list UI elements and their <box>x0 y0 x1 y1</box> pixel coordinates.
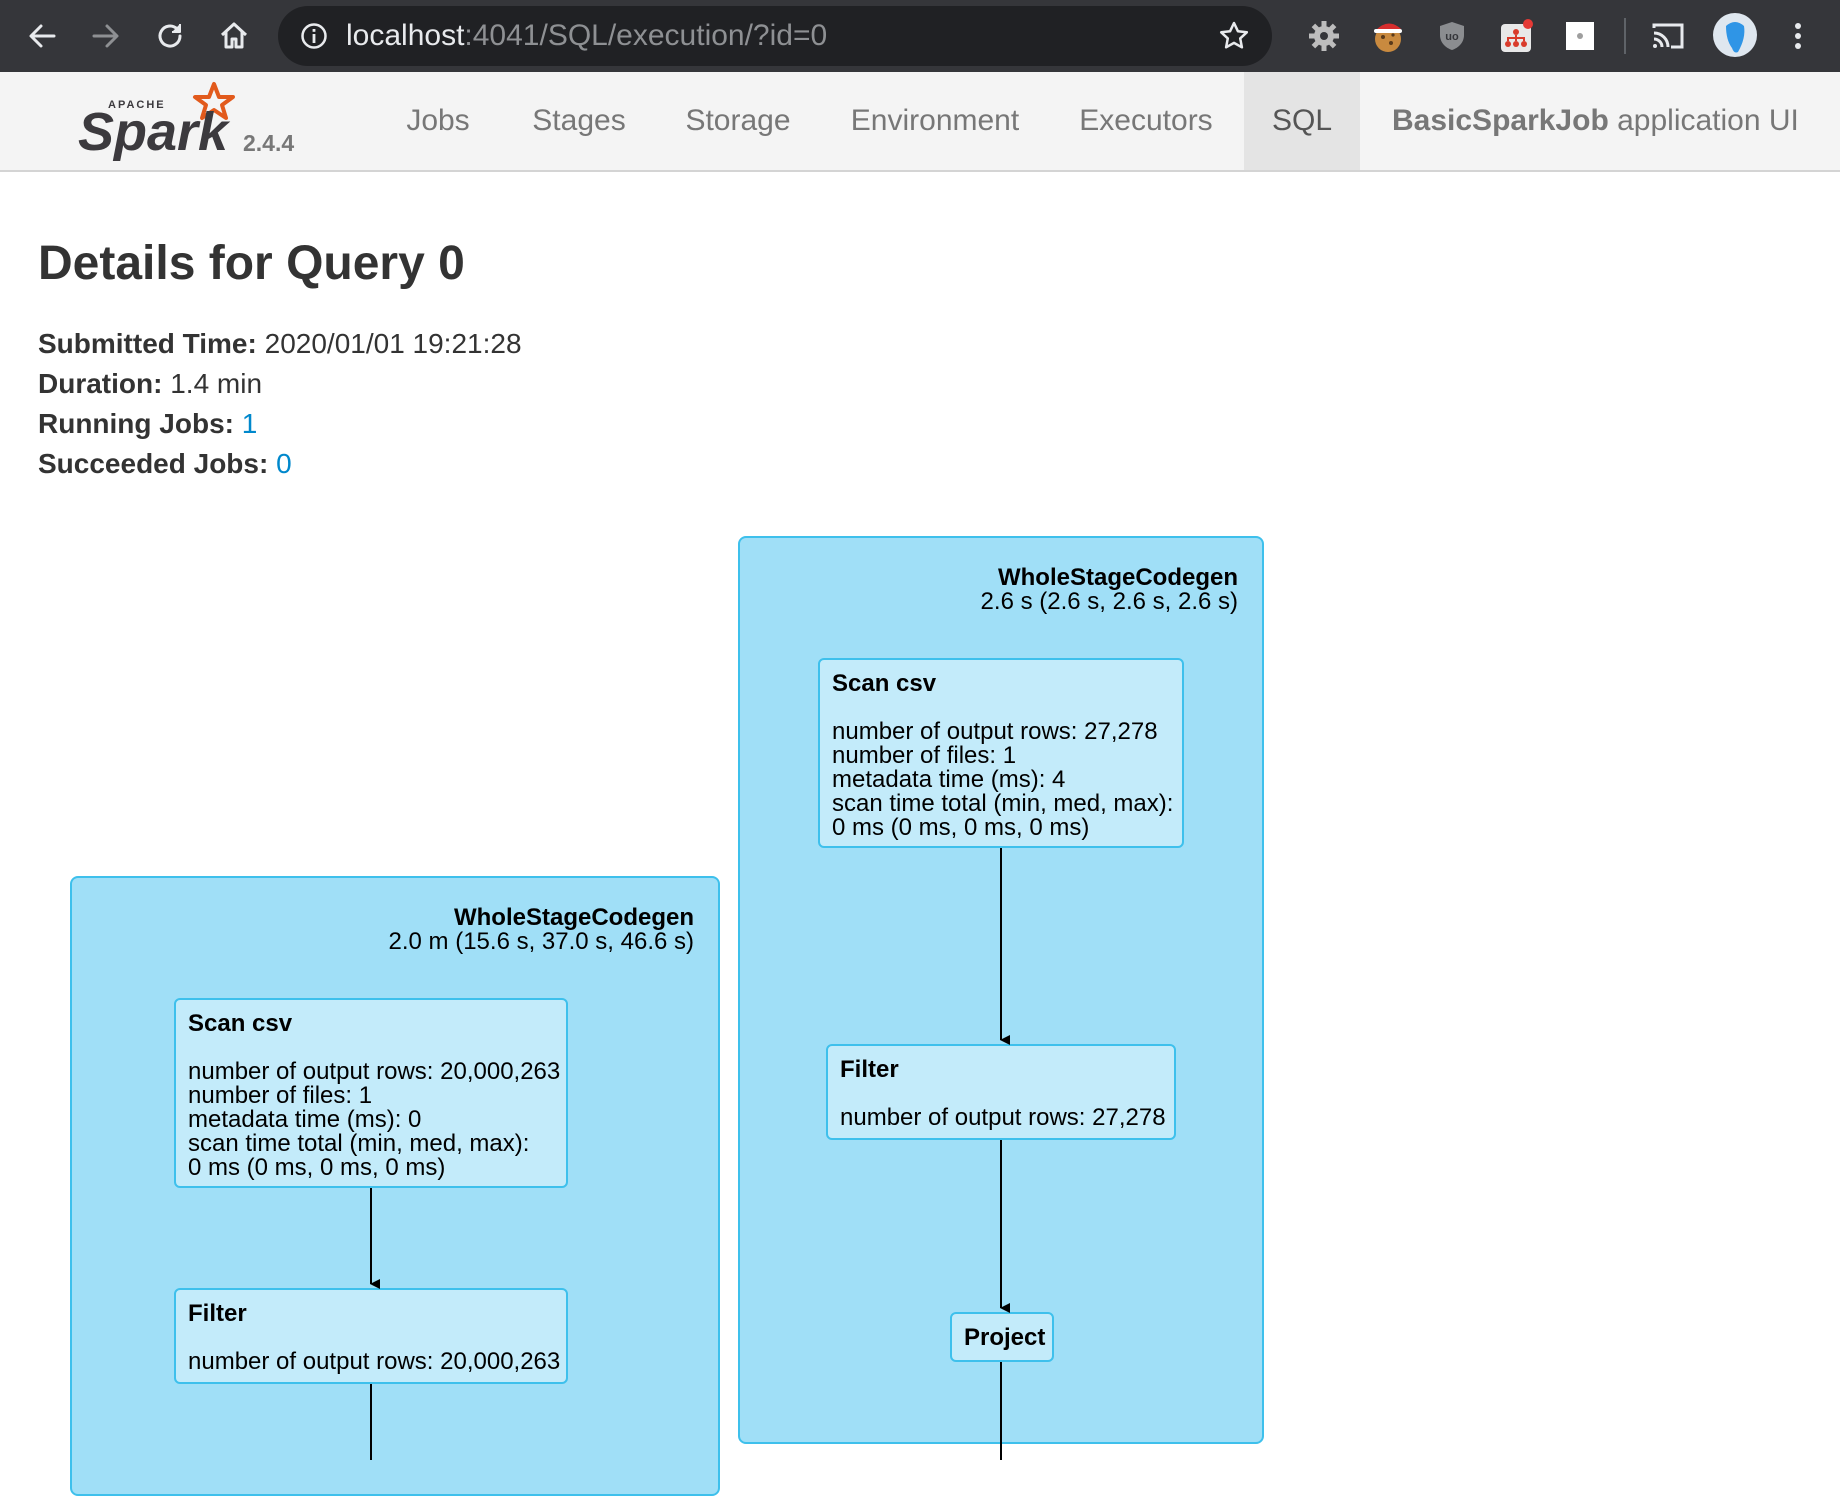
extension-square-icon[interactable] <box>1560 16 1600 56</box>
ublock-shield-icon[interactable]: uo <box>1432 16 1472 56</box>
duration-label: Duration: <box>38 368 163 399</box>
plan-node-project[interactable]: Project <box>950 1312 1054 1362</box>
node-metric: scan time total (min, med, max): <box>188 1130 530 1157</box>
spark-version: 2.4.4 <box>243 130 295 156</box>
svg-text:uo: uo <box>1445 31 1459 43</box>
tab-stages[interactable]: Stages <box>512 72 646 170</box>
succeeded-jobs-link[interactable]: 0 <box>276 448 292 479</box>
plan-node-scan-csv-left[interactable]: Scan csv number of output rows: 20,000,2… <box>174 998 568 1188</box>
plan-node-filter-left[interactable]: Filter number of output rows: 20,000,263 <box>174 1288 568 1384</box>
duration-value: 1.4 min <box>162 368 263 399</box>
tab-executors[interactable]: Executors <box>1062 72 1230 170</box>
node-metric: metadata time (ms): 0 <box>188 1106 422 1133</box>
back-arrow-icon[interactable] <box>20 14 64 58</box>
duration-row: Duration: 1.4 min <box>38 364 522 404</box>
node-metric: number of output rows: 27,278 <box>840 1104 1166 1131</box>
site-info-icon[interactable] <box>300 22 328 50</box>
url-host: localhost <box>346 19 465 52</box>
running-jobs-label: Running Jobs: <box>38 408 234 439</box>
url-path: :4041/SQL/execution/?id=0 <box>464 19 828 52</box>
node-metric: number of files: 1 <box>188 1082 373 1109</box>
node-metric: 0 ms (0 ms, 0 ms, 0 ms) <box>188 1154 446 1181</box>
plan-node-scan-csv-right[interactable]: Scan csv number of output rows: 27,278 n… <box>818 658 1184 848</box>
submitted-time-value: 2020/01/01 19:21:28 <box>256 328 522 359</box>
network-extension-icon[interactable] <box>1496 16 1536 56</box>
cast-icon[interactable] <box>1648 16 1688 56</box>
node-name: Scan csv <box>832 670 937 697</box>
reload-icon[interactable] <box>148 14 192 58</box>
running-jobs-row: Running Jobs: 1 <box>38 404 522 444</box>
cluster-time: 2.0 m (15.6 s, 37.0 s, 46.6 s) <box>388 928 694 955</box>
profile-avatar-icon[interactable] <box>1712 12 1758 58</box>
spark-logo[interactable]: APACHE Spark <box>76 78 336 168</box>
node-metric: number of output rows: 20,000,263 <box>188 1348 561 1375</box>
gear-extension-icon[interactable] <box>1304 16 1344 56</box>
submitted-time-label: Submitted Time: <box>38 328 257 359</box>
page-title: Details for Query 0 <box>38 237 465 290</box>
plan-node-filter-right[interactable]: Filter number of output rows: 27,278 <box>826 1044 1176 1140</box>
toolbar-separator <box>1624 18 1626 54</box>
query-summary: Submitted Time: 2020/01/01 19:21:28 Dura… <box>38 324 522 484</box>
cluster-time: 2.6 s (2.6 s, 2.6 s, 2.6 s) <box>980 588 1238 615</box>
bookmark-star-icon[interactable] <box>1218 20 1250 52</box>
cookie-extension-icon[interactable] <box>1368 16 1408 56</box>
tab-jobs[interactable]: Jobs <box>382 72 494 170</box>
node-metric: 0 ms (0 ms, 0 ms, 0 ms) <box>832 814 1090 841</box>
succeeded-jobs-label: Succeeded Jobs: <box>38 448 269 479</box>
submitted-time-row: Submitted Time: 2020/01/01 19:21:28 <box>38 324 522 364</box>
browser-toolbar: localhost:4041/SQL/execution/?id=0 uo <box>0 0 1840 72</box>
running-jobs-link[interactable]: 1 <box>242 408 258 439</box>
cluster-name: WholeStageCodegen <box>453 904 694 931</box>
node-metric: number of output rows: 27,278 <box>832 718 1158 745</box>
home-icon[interactable] <box>212 14 256 58</box>
node-name: Scan csv <box>188 1010 293 1037</box>
node-metric: number of files: 1 <box>832 742 1017 769</box>
tab-environment[interactable]: Environment <box>836 72 1034 170</box>
app-suffix: application UI <box>1608 104 1799 137</box>
address-bar[interactable]: localhost:4041/SQL/execution/?id=0 <box>278 6 1272 66</box>
tab-storage[interactable]: Storage <box>664 72 812 170</box>
more-menu-icon[interactable] <box>1778 16 1818 56</box>
cluster-label: WholeStageCodegen 2.0 m (15.6 s, 37.0 s,… <box>389 906 694 954</box>
cluster-name: WholeStageCodegen <box>997 564 1238 591</box>
node-name: Filter <box>188 1300 247 1327</box>
url-text: localhost:4041/SQL/execution/?id=0 <box>346 20 827 52</box>
cluster-label: WholeStageCodegen 2.6 s (2.6 s, 2.6 s, 2… <box>981 566 1238 614</box>
app-name: BasicSparkJob <box>1392 104 1609 137</box>
forward-arrow-icon[interactable] <box>84 14 128 58</box>
node-name: Project <box>964 1324 1046 1351</box>
node-name: Filter <box>840 1056 899 1083</box>
node-metric: scan time total (min, med, max): <box>832 790 1174 817</box>
node-metric: number of output rows: 20,000,263 <box>188 1058 561 1085</box>
node-metric: metadata time (ms): 4 <box>832 766 1066 793</box>
svg-text:Spark: Spark <box>78 102 231 162</box>
spark-navbar: APACHE Spark 2.4.4 Jobs Stages Storage E… <box>0 72 1840 172</box>
tab-sql[interactable]: SQL <box>1244 72 1360 170</box>
application-title: BasicSparkJob application UI <box>1392 72 1799 170</box>
succeeded-jobs-row: Succeeded Jobs: 0 <box>38 444 522 484</box>
